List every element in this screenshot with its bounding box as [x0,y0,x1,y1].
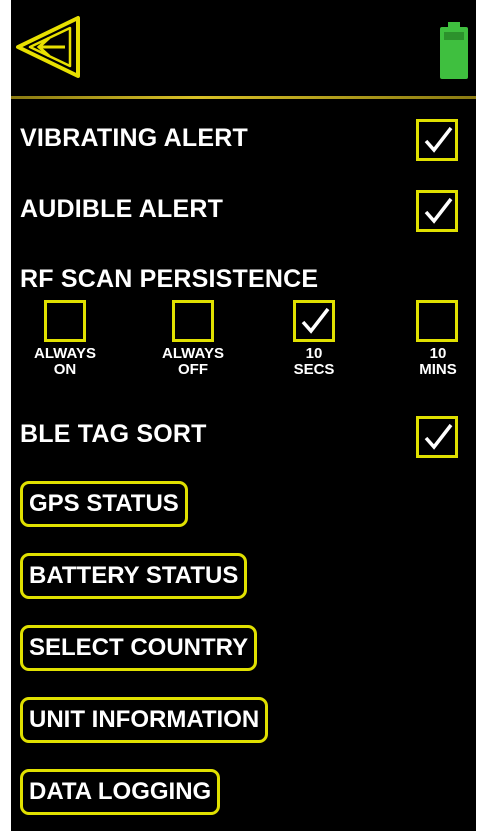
rf-scan-persistence-label: RF SCAN PERSISTENCE [20,265,319,293]
checkmark-icon [424,423,453,450]
select-country-button[interactable]: SELECT COUNTRY [20,625,258,671]
rf-option-always-on-checkbox[interactable] [44,300,86,342]
gps-status-button[interactable]: GPS STATUS [20,481,188,527]
audible-alert-checkbox[interactable] [416,190,458,232]
battery-status-button[interactable]: BATTERY STATUS [20,553,248,599]
header-bar [11,0,476,96]
checkmark-icon [424,126,453,153]
ble-tag-sort-label: BLE TAG SORT [20,420,207,448]
data-logging-button[interactable]: DATA LOGGING [20,769,221,815]
back-arrow-icon [16,16,80,78]
ble-tag-sort-checkbox[interactable] [416,416,458,458]
rf-option-always-off-checkbox[interactable] [172,300,214,342]
rf-option-10-secs-label: 10 SECS [293,345,335,378]
rf-option-always-off-label: ALWAYS OFF [162,345,224,378]
header-divider [11,96,476,99]
rf-option-10-mins-label: 10 MINS [419,345,457,378]
vibrating-alert-label: VIBRATING ALERT [20,124,248,152]
vibrating-alert-checkbox[interactable] [416,119,458,161]
back-button[interactable] [15,14,81,80]
unit-information-button[interactable]: UNIT INFORMATION [20,697,269,743]
checkmark-icon [301,307,330,334]
battery-full-icon [439,22,469,80]
rf-option-10-secs-checkbox[interactable] [293,300,335,342]
audible-alert-label: AUDIBLE ALERT [20,195,224,223]
checkmark-icon [424,197,453,224]
device-screen: VIBRATING ALERT AUDIBLE ALERT RF SCAN PE… [11,0,476,831]
rf-option-always-on-label: ALWAYS ON [34,345,96,378]
rf-option-10-mins-checkbox[interactable] [416,300,458,342]
